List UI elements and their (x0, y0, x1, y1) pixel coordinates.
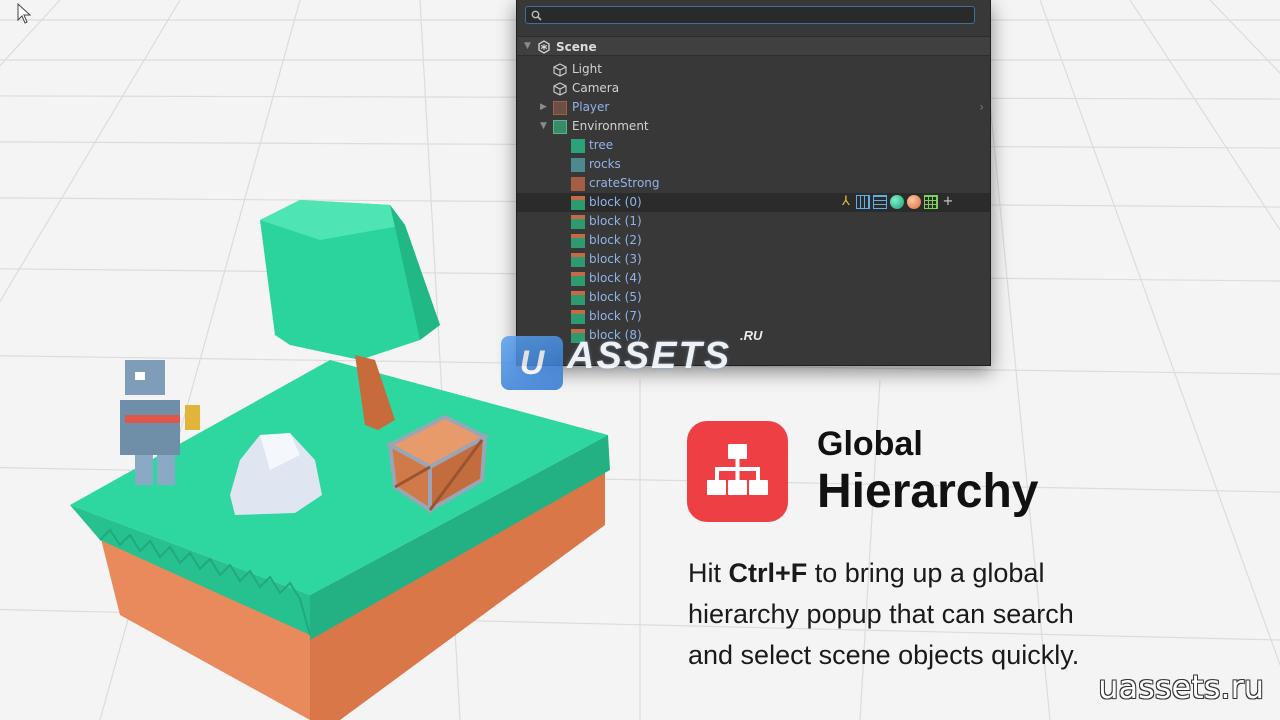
hierarchy-item-block-7[interactable]: block (7) (517, 307, 990, 326)
desc-prefix: Hit (688, 558, 729, 588)
hierarchy-item-environment[interactable]: ▼ Environment (517, 117, 990, 136)
item-label: block (4) (589, 271, 642, 285)
item-label: Environment (572, 119, 649, 133)
unity-scene-icon (538, 40, 550, 54)
item-label: block (3) (589, 252, 642, 266)
feature-title-line2: Hierarchy (817, 465, 1039, 518)
watermark-tld: .RU (740, 328, 763, 343)
prefab-icon (553, 120, 567, 134)
mouse-cursor-icon (17, 3, 32, 24)
add-component-icon[interactable]: + (941, 195, 955, 209)
desc-line3: and select scene objects quickly. (688, 640, 1080, 670)
transform-icon[interactable]: ⅄ (839, 195, 853, 209)
expanded-arrow-icon[interactable]: ▼ (540, 117, 547, 136)
block-mesh-icon (571, 253, 585, 267)
item-label: block (5) (589, 290, 642, 304)
mesh-filter-icon[interactable] (856, 195, 870, 209)
collapsed-arrow-icon[interactable]: ▶ (540, 98, 547, 117)
grid-icon[interactable] (924, 195, 938, 209)
feature-title-line1: Global (817, 425, 923, 463)
hierarchy-item-block-2[interactable]: block (2) (517, 231, 990, 250)
hierarchy-tree-icon (707, 444, 768, 495)
desc-line2: hierarchy popup that can search (688, 599, 1074, 629)
hierarchy-app-icon (687, 421, 788, 522)
hierarchy-item-block-3[interactable]: block (3) (517, 250, 990, 269)
material-green-icon[interactable] (890, 195, 904, 209)
item-label: Camera (572, 81, 620, 95)
watermark-badge: U (501, 336, 563, 390)
hierarchy-item-tree[interactable]: tree (517, 136, 990, 155)
tree-mesh-icon (571, 139, 585, 153)
search-input[interactable] (546, 7, 966, 23)
item-label: crateStrong (589, 176, 660, 190)
block-mesh-icon (571, 215, 585, 229)
scene-label: Scene (556, 40, 597, 54)
hierarchy-item-camera[interactable]: Camera (517, 79, 990, 98)
hierarchy-item-light[interactable]: Light (517, 60, 990, 79)
chevron-right-icon[interactable]: › (979, 98, 984, 117)
hierarchy-item-block-4[interactable]: block (4) (517, 269, 990, 288)
site-watermark: uassets.ru (1098, 668, 1264, 706)
item-label: Player (572, 100, 610, 114)
crate-mesh-icon (571, 177, 585, 191)
rocks-mesh-icon (571, 158, 585, 172)
block-mesh-icon (571, 272, 585, 286)
item-label: block (1) (589, 214, 642, 228)
item-label: tree (589, 138, 614, 152)
gameobject-icon (553, 63, 567, 77)
hierarchy-item-block-0[interactable]: block (0) ⅄ + (517, 193, 990, 212)
hierarchy-item-block-1[interactable]: block (1) (517, 212, 990, 231)
hierarchy-item-rocks[interactable]: rocks (517, 155, 990, 174)
watermark-brand: ASSETS (567, 335, 732, 377)
material-orange-icon[interactable] (907, 195, 921, 209)
block-mesh-icon (571, 196, 585, 210)
hierarchy-item-player[interactable]: ▶ Player › (517, 98, 990, 117)
scene-header[interactable]: ▼ Scene (517, 36, 990, 56)
block-mesh-icon (571, 310, 585, 324)
feature-description: Hit Ctrl+F to bring up a global hierarch… (688, 553, 1208, 676)
desc-shortcut: Ctrl+F (728, 558, 808, 588)
search-bar[interactable] (525, 6, 975, 24)
prefab-icon (553, 101, 567, 115)
item-label: block (2) (589, 233, 642, 247)
item-label: block (7) (589, 309, 642, 323)
item-label: block (0) (589, 195, 642, 209)
block-mesh-icon (571, 291, 585, 305)
gameobject-icon (553, 82, 567, 96)
item-label: rocks (589, 157, 621, 171)
search-icon (531, 10, 542, 21)
item-label: Light (572, 62, 602, 76)
component-icons: ⅄ + (839, 195, 955, 210)
block-mesh-icon (571, 234, 585, 248)
mesh-renderer-icon[interactable] (873, 195, 887, 209)
hierarchy-item-cratestrong[interactable]: crateStrong (517, 174, 990, 193)
hierarchy-item-block-5[interactable]: block (5) (517, 288, 990, 307)
desc-line1-rest: to bring up a global (807, 558, 1045, 588)
global-hierarchy-popup[interactable]: ▼ Scene Light Camera ▶ Player › ▼ Enviro… (516, 0, 991, 366)
expand-arrow-icon[interactable]: ▼ (524, 37, 531, 56)
